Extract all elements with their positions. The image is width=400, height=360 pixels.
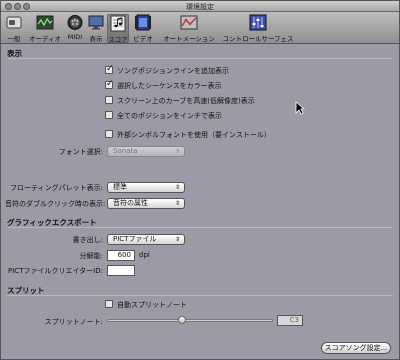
tab-video-label: ビデオ [133,35,153,43]
popup-arrows-icon: ⇕ [174,236,180,243]
tab-score-label: スコア [108,36,128,44]
checkbox-positions-in-inches[interactable]: 全てのポジションをインチで表示 [105,111,222,121]
tab-midi-label: MIDI [67,33,83,41]
note-double-click-label: 音符のダブルクリック時の表示: [5,200,106,208]
split-note-value-field[interactable]: C3 [277,315,303,326]
tab-display-label: 表示 [89,35,103,43]
checkmark-icon: ✓ [106,64,114,74]
note-double-click-value: 音符の属性 [113,199,148,207]
tab-automation-label: オートメーション [163,35,215,43]
font-select-label: フォント選択: [58,148,103,156]
split-section-divider [7,295,393,296]
score-icon [110,15,126,32]
split-note-label: スプリットノート: [44,318,103,326]
font-select-popup: Sonata ⇕ [107,146,185,157]
checkbox-label: 全てのポジションをインチで表示 [117,112,222,120]
score-song-settings-button[interactable]: スコアソング設定... [321,342,391,354]
write-out-label: 書き出し: [72,236,103,244]
checkbox-label: ソングポジションラインを追加表示 [117,67,229,75]
tab-audio-label: オーディオ [28,35,62,43]
popup-arrows-icon: ⇕ [174,184,180,191]
graphic-export-divider [7,227,393,228]
tab-display[interactable]: 表示 [87,14,105,43]
note-double-click-popup[interactable]: 音符の属性 ⇕ [107,198,185,209]
resolution-label: 分解能: [79,252,103,260]
checkbox-song-position-line[interactable]: ✓ ソングポジションラインを追加表示 [105,64,229,76]
checkbox-icon[interactable]: ✓ [105,64,114,74]
checkbox-label: スクリーン上のカーブを高速(低解像度)表示 [117,97,255,105]
checkmark-icon: ✓ [106,79,114,89]
midi-icon [67,15,83,30]
font-select-value: Sonata [113,147,138,155]
creator-id-field[interactable] [107,265,135,276]
tab-score[interactable]: スコア [107,14,129,44]
checkbox-external-symbol-font[interactable]: 外部シンボルフォントを使用（要インストール） [105,130,271,140]
resolution-unit: dpi [139,251,150,259]
checkbox-icon[interactable] [105,300,113,308]
checkbox-icon[interactable] [105,130,113,138]
tab-audio[interactable]: オーディオ [27,14,63,43]
split-note-slider-track[interactable] [107,319,273,322]
resolution-field[interactable]: 600 [107,250,135,261]
checkbox-icon[interactable] [105,111,113,119]
audio-icon [36,15,54,30]
display-icon [88,15,104,30]
checkbox-icon[interactable]: ✓ [105,79,114,89]
tab-general[interactable]: 一般 [5,14,23,43]
mouse-pointer-icon [295,101,305,115]
title-bar: 環境設定 [1,1,399,12]
tab-control-surfaces-label: コントロールサーフェス [222,35,294,43]
split-note-slider-knob[interactable] [177,316,186,324]
popup-arrows-icon: ⇕ [174,148,180,155]
preferences-toolbar: 一般 オーディオ MIDI 表示 スコア ビデオ オートメーション コントロール… [1,12,399,44]
checkbox-auto-split-note[interactable]: 自動スプリットノート [105,300,187,310]
automation-icon [180,15,198,30]
window-title: 環境設定 [186,3,214,11]
checkbox-label: 外部シンボルフォントを使用（要インストール） [117,131,271,139]
preferences-window: 環境設定 一般 オーディオ MIDI 表示 スコア ビデオ オートメーション コ… [0,0,400,360]
switch-icon [6,16,22,29]
floating-palette-popup[interactable]: 標準 ⇕ [107,182,185,193]
floating-palette-value: 標準 [113,183,127,191]
floating-palette-label: フローティングパレット表示: [10,184,103,192]
checkbox-label: 選択したシーケンスをカラー表示 [117,82,222,90]
tab-general-label: 一般 [7,35,21,43]
checkbox-icon[interactable] [105,96,113,104]
display-section-divider [7,58,393,59]
write-out-value: PICTファイル [113,235,157,243]
control-surface-icon [249,14,267,31]
tab-midi[interactable]: MIDI [65,14,85,43]
video-icon [135,14,151,31]
checkbox-label: 自動スプリットノート [117,301,187,309]
tab-video[interactable]: ビデオ [131,14,155,43]
creator-id-label: PICTファイルクリエイターID: [8,267,103,275]
checkbox-fast-curves[interactable]: スクリーン上のカーブを高速(低解像度)表示 [105,96,255,106]
tab-automation[interactable]: オートメーション [161,14,217,43]
popup-arrows-icon: ⇕ [174,200,180,207]
write-out-popup[interactable]: PICTファイル ⇕ [107,234,185,245]
checkbox-color-selected-sequences[interactable]: ✓ 選択したシーケンスをカラー表示 [105,79,222,91]
tab-control-surfaces[interactable]: コントロールサーフェス [221,14,295,43]
